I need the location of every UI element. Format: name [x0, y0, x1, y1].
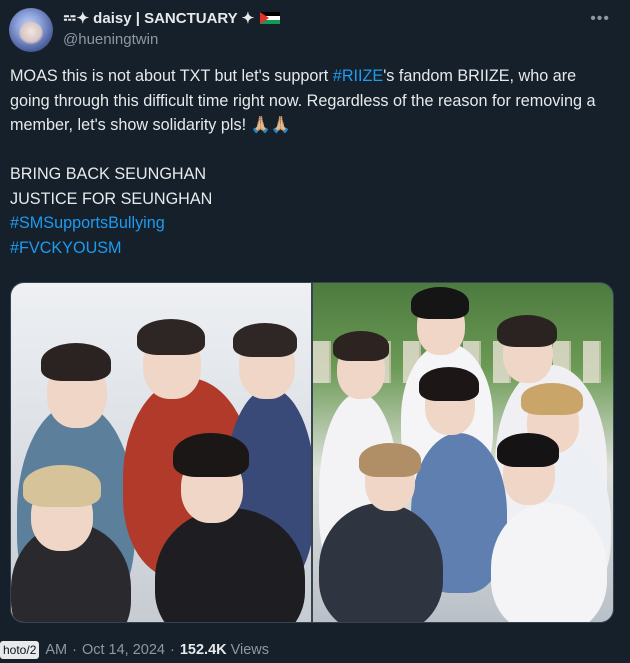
- separator-dot: ·: [72, 642, 77, 658]
- hashtag-smsupportsbullying[interactable]: #SMSupportsBullying: [10, 211, 618, 236]
- media-photo-1[interactable]: [11, 283, 311, 622]
- media-photo-2[interactable]: [313, 283, 613, 622]
- hashtag-riize[interactable]: #RIIZE: [333, 67, 383, 85]
- more-icon[interactable]: •••: [590, 10, 610, 28]
- tweet-media: [10, 282, 614, 623]
- tweet-line-1: BRING BACK SEUNGHAN: [10, 165, 207, 183]
- tweet-paragraph-1: MOAS this is not about TXT but let's sup…: [10, 67, 596, 134]
- hashtag-fvckyousm[interactable]: #FVCKYOUSM: [10, 236, 618, 261]
- author-name-row[interactable]: 𝌂✦ daisy | SANCTUARY ✦: [63, 9, 281, 27]
- palestine-flag-icon: [260, 12, 281, 24]
- views-label: Views: [230, 642, 270, 658]
- separator-dot: ·: [170, 642, 175, 658]
- tweet-date[interactable]: Oct 14, 2024: [82, 642, 165, 658]
- display-name[interactable]: 𝌂✦ daisy | SANCTUARY ✦: [63, 9, 254, 27]
- tweet-text: MOAS this is not about TXT but let's sup…: [10, 64, 618, 260]
- author-handle[interactable]: @hueningtwin: [63, 31, 158, 48]
- photo-counter: hoto/2: [0, 641, 40, 659]
- tweet-meta: hoto/2 AM · Oct 14, 2024 · 152.4K Views: [0, 638, 269, 662]
- views-count: 152.4K: [179, 642, 227, 658]
- tweet-time[interactable]: AM: [45, 642, 67, 658]
- tweet-line-2: JUSTICE FOR SEUNGHAN: [10, 189, 213, 208]
- avatar[interactable]: [9, 8, 53, 52]
